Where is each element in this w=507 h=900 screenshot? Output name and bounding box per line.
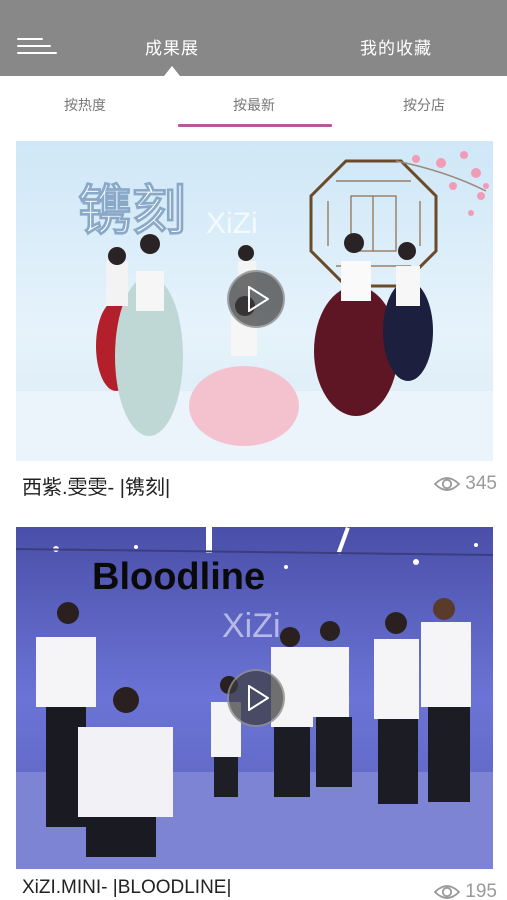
thumbnail-overlay-text: Bloodline <box>92 556 265 598</box>
eye-icon <box>434 477 461 491</box>
view-count: 195 <box>433 881 497 900</box>
menu-icon[interactable] <box>17 36 57 58</box>
video-card[interactable]: 镌刻 XiZi 西紫.雯雯- |镌刻| 345 <box>16 141 497 499</box>
watermark-text: XiZi <box>206 207 258 240</box>
video-title[interactable]: XiZI.MINI- |BLOODLINE| <box>22 877 231 899</box>
active-sort-underline <box>178 124 332 127</box>
watermark-text: XiZi <box>222 607 281 645</box>
view-count-value: 195 <box>465 881 497 900</box>
sort-tabs: 按热度 按最新 按分店 <box>0 76 507 132</box>
top-bar: 成果展 我的收藏 <box>0 0 507 76</box>
video-card[interactable]: Bloodline XiZi XiZI.MINI- |BLOODLINE| 19… <box>16 527 497 900</box>
sort-by-branch-tab[interactable]: 按分店 <box>364 95 484 117</box>
sort-by-popularity-tab[interactable]: 按热度 <box>25 95 145 117</box>
video-title[interactable]: 西紫.雯雯- |镌刻| <box>22 471 170 500</box>
play-icon <box>248 286 269 312</box>
tab-my-favorites-label: 我的收藏 <box>360 39 432 59</box>
tab-showcase-label: 成果展 <box>145 39 199 59</box>
play-icon <box>248 685 269 711</box>
sort-by-newest-tab[interactable]: 按最新 <box>194 95 314 117</box>
play-button[interactable] <box>227 270 285 328</box>
active-tab-caret-icon <box>164 66 180 76</box>
video-thumbnail[interactable]: Bloodline XiZi <box>16 527 493 869</box>
thumbnail-overlay-text: 镌刻 <box>78 178 186 242</box>
tab-my-favorites[interactable]: 我的收藏 <box>336 36 456 62</box>
view-count-value: 345 <box>465 473 497 494</box>
play-button[interactable] <box>227 669 285 727</box>
eye-icon <box>434 885 461 899</box>
video-thumbnail[interactable]: 镌刻 XiZi <box>16 141 493 461</box>
view-count: 345 <box>433 473 497 495</box>
tab-showcase[interactable]: 成果展 <box>112 36 232 76</box>
